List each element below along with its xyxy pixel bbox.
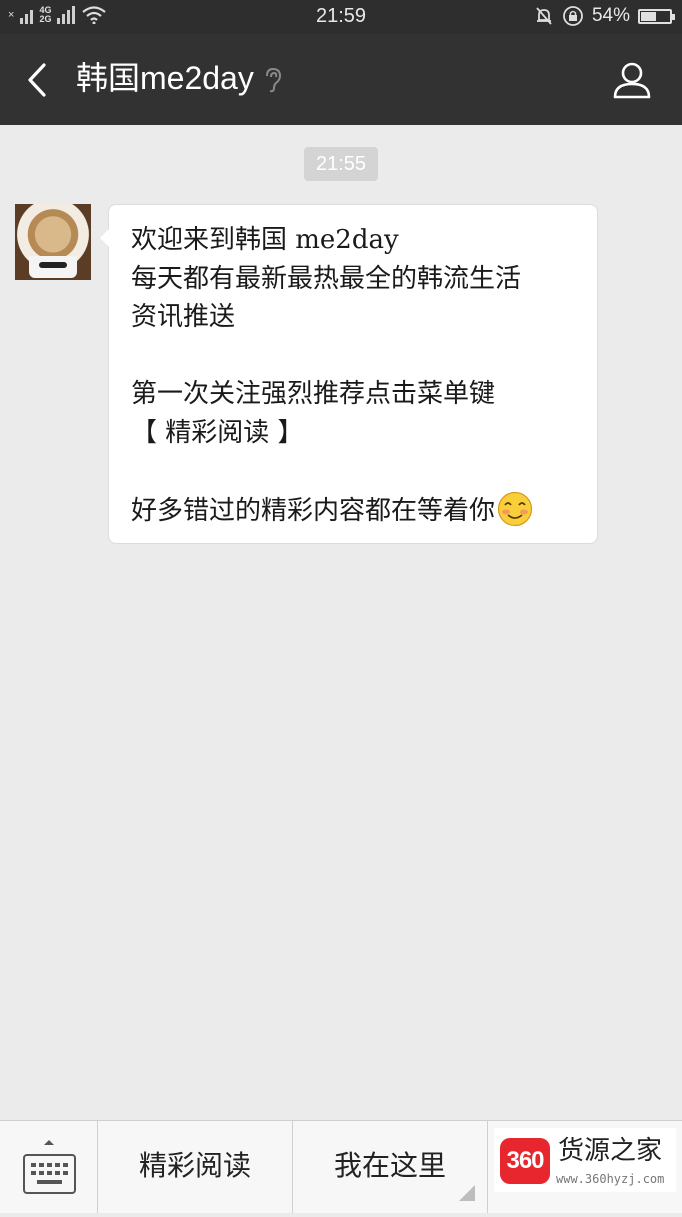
battery-percent: 54% [591, 5, 630, 26]
chat-title: 韩国me2day [76, 60, 254, 96]
back-button[interactable] [22, 62, 54, 98]
battery-icon [638, 8, 675, 24]
message-bubble[interactable]: 欢迎来到韩国 me2day 每天都有最新最热最全的韩流生活 资讯推送 第一次关注… [100, 204, 598, 544]
message-timestamp: 21:55 [304, 147, 378, 181]
menu-button-label: 我在这里 [333, 1149, 446, 1182]
watermark-name: 货源之家 [558, 1136, 663, 1166]
menu-button-featured-reading[interactable]: 精彩阅读 [98, 1121, 293, 1213]
watermark-logo: 360 [500, 1138, 550, 1184]
chat-header: 韩国me2day [0, 34, 682, 125]
mute-bell-icon [536, 7, 552, 25]
message-line: 欢迎来到韩国 me2day [131, 225, 399, 255]
rotation-lock-icon [563, 6, 583, 26]
keyboard-icon [23, 1140, 76, 1194]
watermark: 360 货源之家 www.360hyzj.com [494, 1128, 676, 1192]
message-text: 欢迎来到韩国 me2day 每天都有最新最热最全的韩流生活 资讯推送 第一次关注… [131, 221, 587, 530]
status-right: 54% [534, 5, 675, 27]
keyboard-toggle-button[interactable] [0, 1121, 98, 1213]
message-line: 资讯推送 [131, 302, 236, 332]
bubble-tail [100, 229, 109, 247]
status-bar: × 4G 2G 21:59 54% [0, 0, 682, 34]
blushing-smile-emoji-icon [497, 491, 533, 526]
ear-icon [262, 66, 284, 94]
message-last-line: 好多错过的精彩内容都在等着你 [131, 491, 587, 531]
submenu-indicator-icon [459, 1185, 475, 1201]
chevron-left-icon [28, 63, 46, 97]
watermark-url: www.360hyzj.com [556, 1172, 665, 1186]
message-line: 每天都有最新最热最全的韩流生活 [131, 263, 522, 294]
message-line: 好多错过的精彩内容都在等着你 [131, 495, 496, 526]
profile-button[interactable] [612, 60, 652, 100]
menu-button-i-am-here[interactable]: 我在这里 [293, 1121, 488, 1213]
avatar-cup-graphic [29, 256, 77, 278]
battery-fill [641, 11, 656, 21]
person-icon [613, 62, 651, 99]
message-line: 【 精彩阅读 】 [131, 417, 304, 448]
avatar[interactable] [15, 204, 91, 280]
message-line: 第一次关注强烈推荐点击菜单键 [131, 379, 496, 409]
